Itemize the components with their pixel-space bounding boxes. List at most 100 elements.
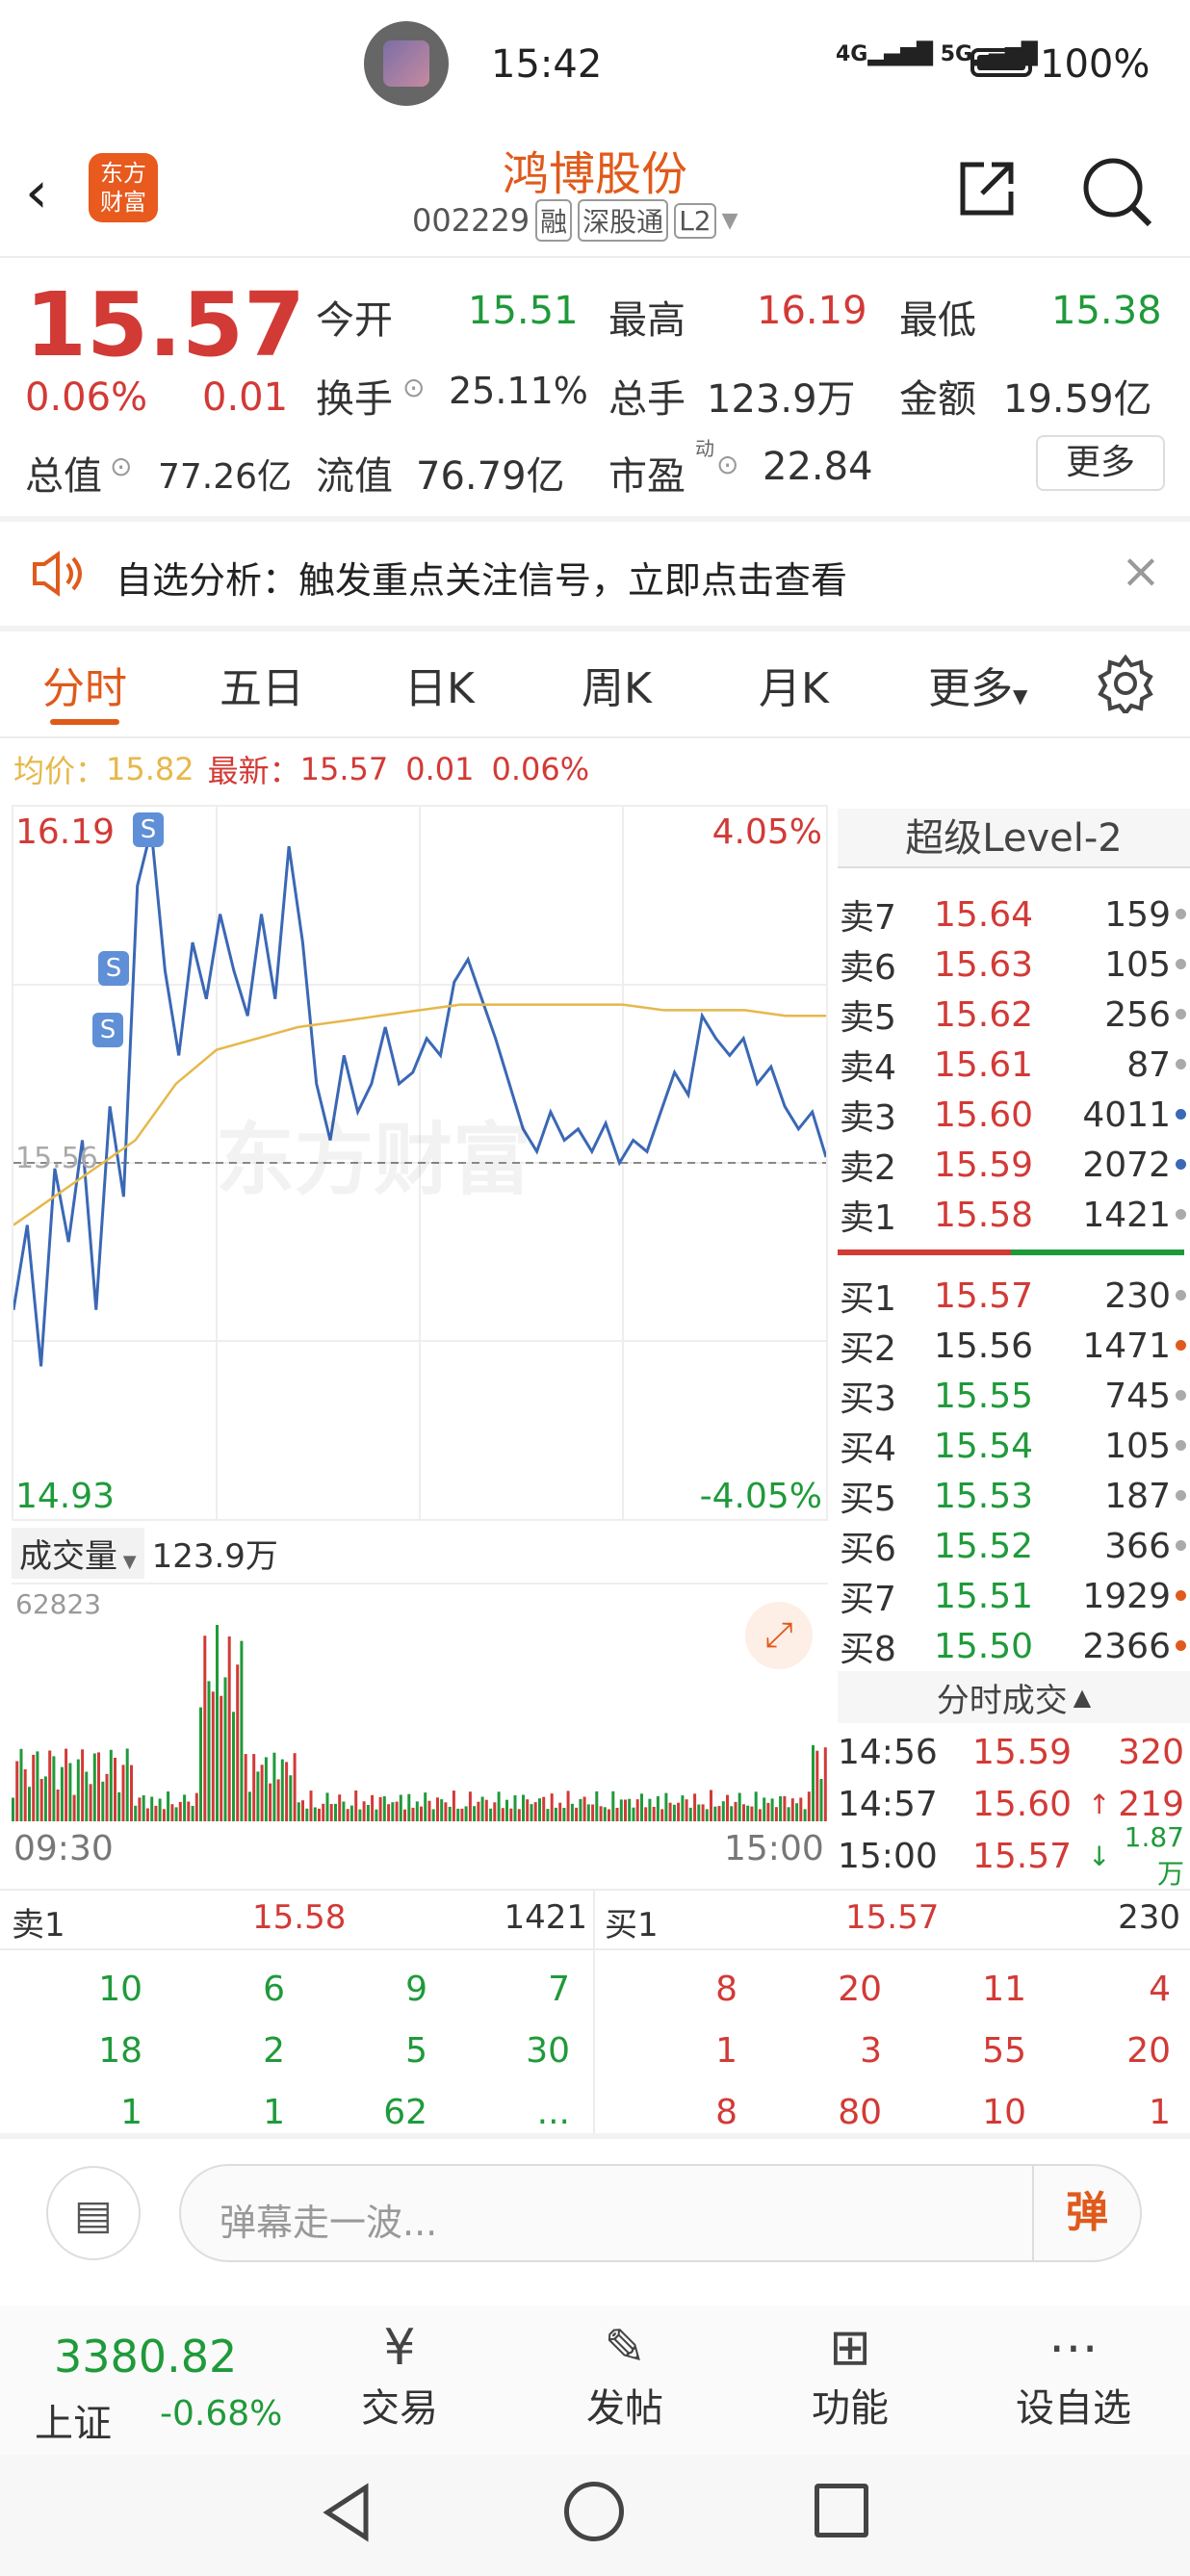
volume-bar: [371, 1794, 375, 1821]
danmu-button[interactable]: 弹: [1032, 2166, 1140, 2260]
volume-bar: [648, 1798, 652, 1821]
tab-intraday[interactable]: 分时: [42, 654, 127, 715]
book-row[interactable]: 买6 15.52 366: [838, 1521, 1190, 1571]
nav-functions[interactable]: ⊞ 功能: [797, 2319, 903, 2433]
danmu-settings-icon[interactable]: ▤: [46, 2166, 141, 2260]
nav-watchlist[interactable]: ⋯ 设自选: [1001, 2319, 1146, 2433]
book-row[interactable]: 卖1 15.58 1421: [838, 1190, 1190, 1240]
notice-bar[interactable]: 自选分析：触发重点关注信号，立即点击查看 ×: [0, 522, 1190, 626]
book-flag: [1171, 1059, 1190, 1070]
book-row[interactable]: 买2 15.56 1471: [838, 1321, 1190, 1371]
book-row[interactable]: 卖2 15.59 2072: [838, 1140, 1190, 1190]
book-divider: [838, 1249, 1184, 1255]
book-row[interactable]: 卖6 15.63 105: [838, 940, 1190, 990]
book-flag: [1171, 909, 1190, 920]
volume-bar: [799, 1797, 803, 1821]
volume-bar: [346, 1809, 349, 1821]
tab-5day[interactable]: 五日: [220, 654, 304, 715]
chevron-down-icon: ▼: [721, 208, 738, 233]
book-volume: 159: [1104, 894, 1171, 935]
share-icon[interactable]: [955, 157, 1019, 220]
avg-label: 均价：: [13, 753, 107, 789]
queue-cell: ...: [536, 2092, 570, 2132]
stock-code-row[interactable]: 002229 融 深股通 L2 ▼: [412, 199, 738, 242]
intraday-chart[interactable]: 东方财富 16.19 4.05% 15.56 14.93 -4.05% S S …: [12, 805, 828, 1521]
expand-icon[interactable]: ⤢: [745, 1602, 813, 1669]
close-icon[interactable]: ×: [1121, 543, 1161, 599]
volume-bar: [444, 1802, 448, 1821]
low-value: 15.38: [1051, 289, 1162, 333]
signal-marker[interactable]: S: [133, 812, 164, 847]
tab-weekly-k[interactable]: 周K: [582, 654, 652, 715]
signal-marker[interactable]: S: [92, 1013, 123, 1047]
edit-icon: ✎: [604, 2319, 646, 2377]
volume-bar: [501, 1808, 504, 1821]
info-icon[interactable]: ⊙: [402, 372, 425, 403]
status-time: 15:42: [491, 42, 603, 87]
book-row[interactable]: 买5 15.53 187: [838, 1471, 1190, 1521]
info-icon[interactable]: ⊙: [110, 451, 132, 482]
amount-label: 金额: [899, 377, 976, 422]
volume-bar: [362, 1801, 366, 1821]
volume-bar: [329, 1804, 333, 1821]
queue-cell: 1: [1149, 2092, 1171, 2132]
gear-icon[interactable]: [1096, 654, 1155, 717]
book-row[interactable]: 卖3 15.60 4011: [838, 1090, 1190, 1140]
volume-selector[interactable]: 成交量 ▼: [12, 1527, 144, 1579]
book-row[interactable]: 买4 15.54 105: [838, 1421, 1190, 1471]
recents-square-icon[interactable]: [815, 2484, 868, 2537]
volume-bar: [121, 1765, 125, 1821]
index-value[interactable]: 3380.82: [54, 2331, 237, 2383]
volume-bar: [730, 1806, 734, 1821]
nav-post[interactable]: ✎ 发帖: [572, 2319, 678, 2433]
book-flag: [1171, 1540, 1190, 1552]
pe-value: 22.84: [763, 445, 873, 489]
battery-level: 100%: [1040, 42, 1151, 87]
book-row[interactable]: 卖7 15.64 159: [838, 889, 1190, 940]
book-volume: 230: [1104, 1275, 1171, 1316]
more-button[interactable]: 更多: [1036, 435, 1165, 491]
tick-price: 15.59: [972, 1732, 1073, 1772]
tab-more[interactable]: 更多▼: [928, 654, 1027, 715]
volume-bar: [154, 1805, 158, 1821]
volume-bar: [220, 1695, 223, 1821]
book-price: 15.53: [934, 1476, 1034, 1516]
signal-marker[interactable]: S: [98, 951, 129, 986]
volume-header: 成交量 ▼ 123.9万: [12, 1523, 828, 1584]
level2-title[interactable]: 超级Level-2: [838, 809, 1190, 868]
book-row[interactable]: 买8 15.50 2366: [838, 1621, 1190, 1671]
volume-bar: [595, 1790, 599, 1821]
info-icon[interactable]: ⊙: [716, 449, 738, 480]
book-price: 15.54: [934, 1426, 1034, 1466]
book-row[interactable]: 卖4 15.61 87: [838, 1040, 1190, 1090]
index-change: -0.68%: [160, 2394, 283, 2434]
comment-input[interactable]: 弹幕走一波... 弹: [179, 2164, 1142, 2262]
book-row[interactable]: 买7 15.51 1929: [838, 1571, 1190, 1621]
tab-monthly-k[interactable]: 月K: [759, 654, 829, 715]
volume-bar: [289, 1775, 293, 1821]
book-row[interactable]: 买3 15.55 745: [838, 1371, 1190, 1421]
nav-trade[interactable]: ¥ 交易: [347, 2319, 453, 2433]
book-level: 卖1: [840, 1198, 896, 1238]
volume-bar: [436, 1797, 439, 1821]
ticks-header[interactable]: 分时成交 ▲: [838, 1671, 1190, 1723]
queue-buy-label: 买1: [605, 1906, 659, 1945]
volume-bar: [566, 1790, 570, 1821]
bottom-nav: 3380.82 上证 -0.68% ¥ 交易 ✎ 发帖 ⊞ 功能 ⋯ 设自选: [0, 2306, 1190, 2455]
tick-arrow: ↓: [1088, 1840, 1111, 1872]
home-circle-icon[interactable]: [564, 2482, 624, 2541]
book-row[interactable]: 买1 15.57 230: [838, 1271, 1190, 1321]
search-icon[interactable]: [1080, 155, 1153, 228]
volume-bar: [280, 1759, 284, 1821]
queue-cell: 10: [98, 1969, 142, 2009]
float-value: 76.79亿: [416, 454, 565, 499]
volume-bar: [216, 1625, 219, 1821]
back-triangle-icon[interactable]: [318, 2482, 375, 2547]
tab-daily-k[interactable]: 日K: [404, 654, 475, 715]
volume-bar: [513, 1795, 517, 1821]
book-row[interactable]: 卖5 15.62 256: [838, 990, 1190, 1040]
book-volume: 4011: [1082, 1095, 1171, 1135]
queue-cell: 80: [838, 2092, 882, 2132]
tick-volume: 219: [1118, 1784, 1184, 1824]
volume-bar: [167, 1791, 170, 1821]
